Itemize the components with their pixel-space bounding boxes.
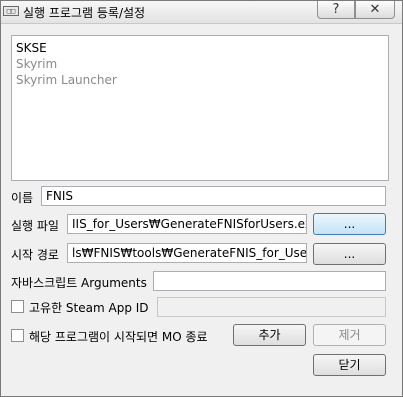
steam-appid-field[interactable]: [157, 297, 386, 317]
add-button[interactable]: 추가: [233, 324, 306, 346]
app-icon: □□: [3, 6, 19, 16]
title-bar: □□ 실행 프로그램 등록/설정 ? ✕: [1, 1, 402, 24]
close-button[interactable]: 닫기: [313, 354, 386, 376]
steam-appid-label: 고유한 Steam App ID: [29, 301, 149, 315]
close-window-button[interactable]: ✕: [355, 1, 395, 19]
arguments-field[interactable]: [153, 271, 386, 291]
list-item[interactable]: Skyrim: [16, 56, 384, 72]
close-mo-label: 해당 프로그램이 시작되면 MO 종료: [29, 330, 208, 344]
list-item[interactable]: SKSE: [16, 40, 384, 56]
start-in-label: 시작 경로: [11, 248, 59, 262]
edit-executables-dialog: □□ 실행 프로그램 등록/설정 ? ✕ SKSE Skyrim Skyrim …: [0, 0, 403, 397]
steam-appid-checkbox[interactable]: [11, 300, 24, 313]
binary-field[interactable]: IIS_for_Users₩GenerateFNISforUsers.exe: [67, 214, 307, 234]
name-label: 이름: [11, 191, 34, 205]
start-in-browse-button[interactable]: ...: [313, 243, 386, 265]
arguments-label: 자바스크립트 Arguments: [11, 276, 147, 290]
binary-browse-button[interactable]: ...: [313, 213, 386, 235]
help-button[interactable]: ?: [317, 1, 355, 19]
list-item[interactable]: Skyrim Launcher: [16, 72, 384, 88]
binary-label: 실행 파일: [11, 219, 59, 233]
remove-button[interactable]: 제거: [313, 324, 386, 346]
close-mo-checkbox[interactable]: [11, 329, 24, 342]
start-in-field[interactable]: ls₩FNIS₩tools₩GenerateFNIS_for_Users: [67, 243, 307, 263]
executables-list[interactable]: SKSE Skyrim Skyrim Launcher: [11, 35, 389, 181]
window-title: 실행 프로그램 등록/설정: [23, 6, 146, 20]
name-field[interactable]: FNIS: [41, 186, 386, 206]
